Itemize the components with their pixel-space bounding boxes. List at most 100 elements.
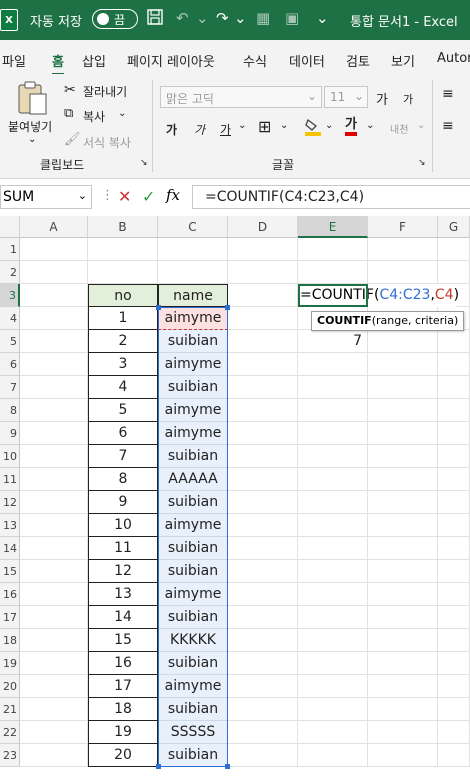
grid-cell[interactable] <box>228 514 298 537</box>
table-cell-name[interactable]: suibian <box>158 537 228 560</box>
active-cell-editor[interactable]: =COUNTIF(C4:C23,C4) <box>298 284 459 307</box>
underline-dropdown-icon[interactable]: ⌄ <box>238 120 246 131</box>
insert-function-icon[interactable]: fx <box>166 186 180 204</box>
grid-cell[interactable] <box>298 445 368 468</box>
grid-cell[interactable] <box>88 261 158 284</box>
grid-cell[interactable] <box>298 698 368 721</box>
grid-cell[interactable] <box>368 744 438 767</box>
grid-cell[interactable] <box>368 238 438 261</box>
tab-file[interactable]: 파일 <box>2 51 26 70</box>
clipboard-launcher-icon[interactable]: ↘ <box>140 158 148 168</box>
cut-button[interactable]: 잘라내기 <box>83 83 127 100</box>
grid-cell[interactable] <box>20 560 88 583</box>
table-cell-name[interactable]: suibian <box>158 560 228 583</box>
grid-cell[interactable] <box>298 468 368 491</box>
grid-cell[interactable] <box>438 629 470 652</box>
table-cell-no[interactable]: 15 <box>88 629 158 652</box>
column-header-d[interactable]: D <box>228 216 298 238</box>
range-resize-handle[interactable] <box>156 305 161 310</box>
grid-cell[interactable] <box>298 422 368 445</box>
grid-cell[interactable] <box>228 468 298 491</box>
select-all-corner[interactable] <box>0 216 20 238</box>
grid-cell[interactable] <box>298 675 368 698</box>
redo-icon[interactable]: ↷ <box>216 9 229 27</box>
customize-qat-icon[interactable]: ⌄ <box>316 9 329 27</box>
grid-cell[interactable] <box>228 399 298 422</box>
grid-cell[interactable] <box>228 629 298 652</box>
grid-cell[interactable] <box>438 238 470 261</box>
grid-cell[interactable] <box>20 514 88 537</box>
table-cell-name[interactable]: suibian <box>158 652 228 675</box>
grid-cell[interactable] <box>298 606 368 629</box>
tab-page-layout[interactable]: 페이지 레이아웃 <box>127 51 215 70</box>
grid-cell[interactable] <box>298 353 368 376</box>
autosave-toggle[interactable]: 끔 <box>92 9 138 29</box>
grid-cell[interactable] <box>228 583 298 606</box>
grid-cell[interactable] <box>438 606 470 629</box>
grid-cell[interactable] <box>88 238 158 261</box>
font-name-dropdown-icon[interactable]: ⌄ <box>307 89 317 103</box>
grid-cell[interactable] <box>368 675 438 698</box>
borders-dropdown-icon[interactable]: ⌄ <box>280 120 288 131</box>
grid-cell[interactable] <box>438 675 470 698</box>
font-launcher-icon[interactable]: ↘ <box>418 158 426 168</box>
row-header[interactable]: 10 <box>0 445 20 468</box>
row-header[interactable]: 21 <box>0 698 20 721</box>
grid-cell[interactable] <box>20 537 88 560</box>
tooltip-function-name[interactable]: COUNTIF <box>317 314 372 327</box>
table-cell-name[interactable]: suibian <box>158 491 228 514</box>
grid-cell[interactable] <box>438 721 470 744</box>
grid-cell[interactable] <box>368 560 438 583</box>
grid-cell[interactable] <box>20 491 88 514</box>
align-left-icon[interactable]: ≡ <box>442 118 454 134</box>
row-header[interactable]: 23 <box>0 744 20 767</box>
grid-cell[interactable] <box>20 629 88 652</box>
grid-cell[interactable] <box>20 445 88 468</box>
row-header[interactable]: 20 <box>0 675 20 698</box>
grid-cell[interactable] <box>368 353 438 376</box>
paste-dropdown-icon[interactable]: ⌄ <box>28 134 36 145</box>
grid-cell[interactable] <box>438 514 470 537</box>
grid-cell[interactable] <box>438 422 470 445</box>
underline-button[interactable]: 가 <box>220 121 231 138</box>
grid-cell[interactable] <box>228 744 298 767</box>
grow-font-button[interactable]: 가 <box>376 89 388 108</box>
row-header[interactable]: 4 <box>0 307 20 330</box>
grid-cell[interactable] <box>20 284 88 307</box>
table-cell-name[interactable]: aimyme <box>158 422 228 445</box>
row-header[interactable]: 12 <box>0 491 20 514</box>
print-preview-icon[interactable]: ▣ <box>285 9 299 27</box>
table-cell-no[interactable]: 19 <box>88 721 158 744</box>
table-header-name[interactable]: name <box>158 284 228 307</box>
copy-button[interactable]: 복사 <box>83 108 105 125</box>
table-cell-name[interactable]: suibian <box>158 744 228 767</box>
font-size-dropdown-icon[interactable]: ⌄ <box>354 89 364 103</box>
grid-cell[interactable] <box>298 514 368 537</box>
form-icon[interactable]: ▦ <box>256 9 270 27</box>
table-cell-no[interactable]: 16 <box>88 652 158 675</box>
table-cell-no[interactable]: 1 <box>88 307 158 330</box>
range-resize-handle[interactable] <box>225 305 230 310</box>
grid-cell[interactable] <box>438 698 470 721</box>
table-cell-name[interactable]: aimyme <box>158 399 228 422</box>
bold-button[interactable]: 가 <box>166 121 177 138</box>
table-cell-name[interactable]: suibian <box>158 376 228 399</box>
grid-cell[interactable] <box>20 652 88 675</box>
tab-view[interactable]: 보기 <box>391 51 415 70</box>
range-resize-handle[interactable] <box>225 764 230 769</box>
grid-cell[interactable] <box>228 698 298 721</box>
grid-cell[interactable] <box>438 583 470 606</box>
format-painter-button[interactable]: 서식 복사 <box>83 134 131 151</box>
table-cell-no[interactable]: 6 <box>88 422 158 445</box>
range-resize-handle[interactable] <box>156 764 161 769</box>
table-cell-no[interactable]: 13 <box>88 583 158 606</box>
grid-cell[interactable] <box>20 744 88 767</box>
grid-cell[interactable] <box>368 629 438 652</box>
table-cell-name[interactable]: aimyme <box>158 514 228 537</box>
table-cell-name[interactable]: suibian <box>158 445 228 468</box>
row-header[interactable]: 18 <box>0 629 20 652</box>
grid-cell[interactable] <box>20 307 88 330</box>
grid-cell[interactable] <box>298 560 368 583</box>
grid-cell[interactable] <box>438 468 470 491</box>
grid-cell[interactable] <box>438 376 470 399</box>
